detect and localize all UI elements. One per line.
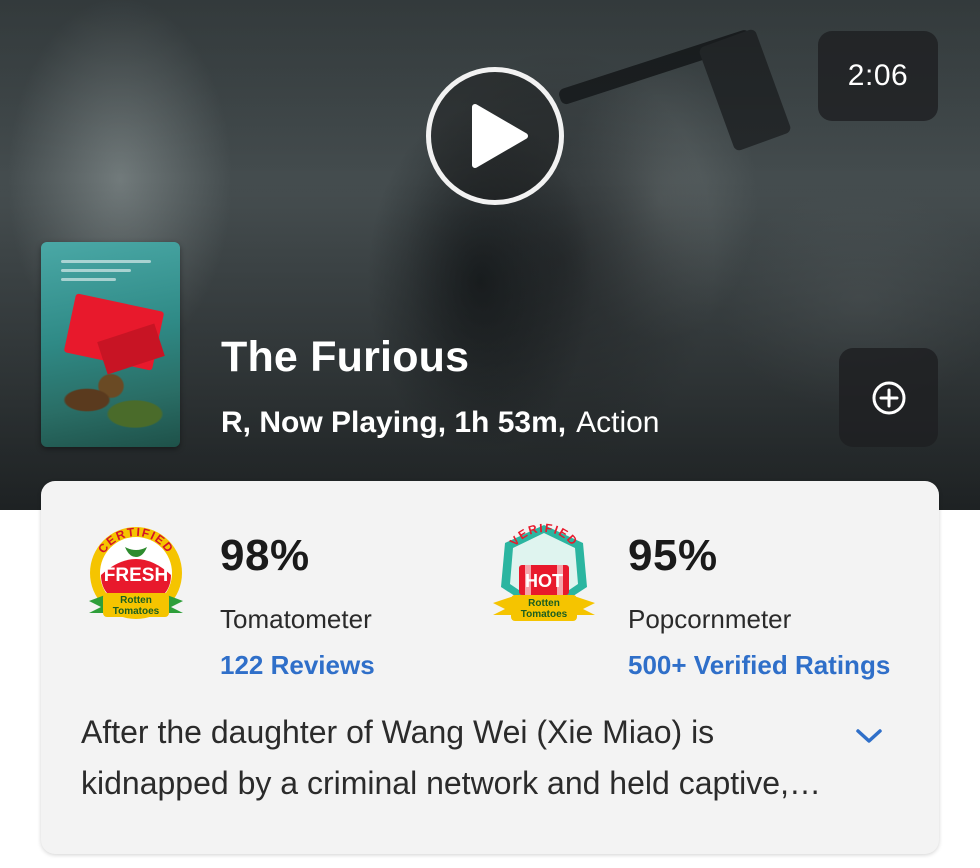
play-trailer-button[interactable] <box>426 67 564 205</box>
svg-text:HOT: HOT <box>525 571 563 591</box>
movie-poster[interactable] <box>41 242 180 447</box>
movie-title: The Furious <box>221 333 470 381</box>
svg-text:Rotten: Rotten <box>120 595 152 606</box>
chevron-down-icon <box>856 729 882 743</box>
trailer-duration: 2:06 <box>818 31 938 121</box>
add-to-watchlist-button[interactable] <box>839 348 938 447</box>
movie-synopsis: After the daughter of Wang Wei (Xie Miao… <box>81 714 789 801</box>
expand-synopsis-button[interactable] <box>849 721 889 751</box>
popcornmeter-score: 95% <box>628 531 718 580</box>
movie-meta: R, Now Playing, 1h 53m, Action <box>221 406 659 440</box>
tomatometer-reviews-link[interactable]: 122 Reviews <box>220 650 480 681</box>
svg-text:Rotten: Rotten <box>528 598 560 609</box>
trailer-hero[interactable]: 2:06 The Furious R, Now Playing, 1h 53m,… <box>0 0 980 510</box>
svg-text:FRESH: FRESH <box>104 565 168 586</box>
tomatometer-score: 98% <box>220 531 310 580</box>
poster-art <box>61 260 161 287</box>
movie-genre: Action <box>576 406 660 439</box>
play-icon <box>472 104 528 168</box>
poster-art <box>51 372 171 442</box>
tomatometer-label: Tomatometer <box>220 604 372 634</box>
svg-text:Tomatoes: Tomatoes <box>113 606 160 617</box>
plus-circle-icon <box>872 381 905 414</box>
popcornmeter-label: Popcornmeter <box>628 604 792 634</box>
certified-fresh-badge: CERTIFIED FRESH Rotten Tomatoes <box>89 525 183 619</box>
scores-card: CERTIFIED FRESH Rotten Tomatoes 98% Toma… <box>41 481 939 854</box>
popcornmeter-ratings-link[interactable]: 500+ Verified Ratings <box>628 650 900 681</box>
movie-rating-status-runtime: R, Now Playing, 1h 53m, <box>221 406 567 439</box>
svg-text:Tomatoes: Tomatoes <box>521 609 568 620</box>
verified-hot-badge: VERIFIED HOT Rotten Tomatoes <box>493 521 595 621</box>
